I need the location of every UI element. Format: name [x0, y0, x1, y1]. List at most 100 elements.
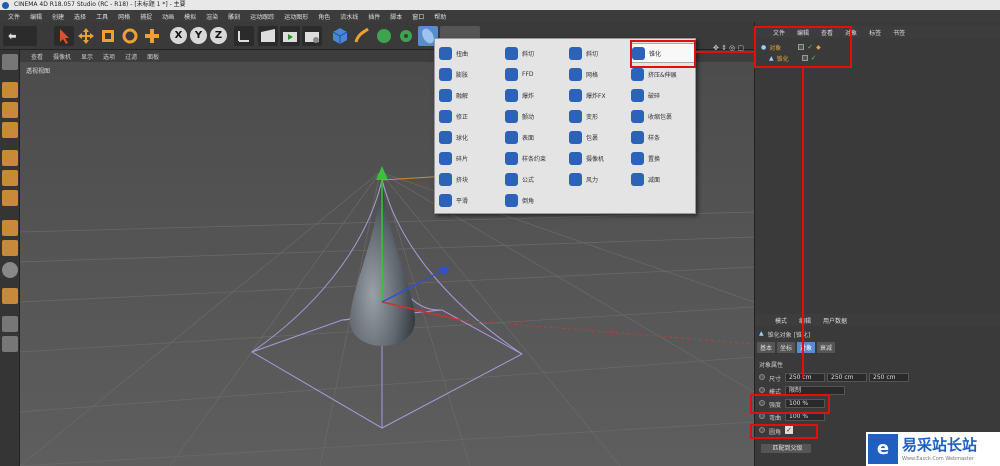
- viewport-menu-camera[interactable]: 摄像机: [48, 52, 76, 61]
- menu-sculpt[interactable]: 雕刻: [223, 12, 245, 21]
- om-menu-bookmarks[interactable]: 书签: [887, 28, 911, 37]
- size-anim-radio[interactable]: [759, 374, 765, 380]
- y-axis-toggle[interactable]: Y: [190, 27, 207, 44]
- viewport-menu-options[interactable]: 选项: [98, 52, 120, 61]
- menu-pipeline[interactable]: 流水线: [335, 12, 363, 21]
- select-arrow-icon[interactable]: [54, 26, 74, 46]
- viewport-menu-filter[interactable]: 过滤: [120, 52, 142, 61]
- size-x-field[interactable]: 250 cm: [785, 373, 825, 382]
- menu-window[interactable]: 窗口: [407, 12, 429, 21]
- deformer-item[interactable]: 融解: [439, 85, 503, 105]
- model-mode-icon[interactable]: [2, 82, 18, 98]
- menu-file[interactable]: 文件: [3, 12, 25, 21]
- deformer-item[interactable]: 变形: [569, 106, 633, 126]
- deformer-item[interactable]: 样条: [631, 127, 695, 147]
- tab-falloff[interactable]: 衰减: [817, 342, 836, 353]
- tab-object[interactable]: 对象: [797, 342, 816, 353]
- om-menu-tags[interactable]: 标签: [863, 28, 887, 37]
- menu-snap[interactable]: 捕捉: [135, 12, 157, 21]
- menu-plugins[interactable]: 插件: [363, 12, 385, 21]
- menu-motion-tracking[interactable]: 运动跟踪: [245, 12, 279, 21]
- undo-icon[interactable]: [3, 26, 37, 46]
- viewport-menu-view[interactable]: 查看: [26, 52, 48, 61]
- size-y-field[interactable]: 250 cm: [827, 373, 867, 382]
- points-mode-icon[interactable]: [2, 150, 18, 166]
- tweak-mode-icon[interactable]: [2, 240, 18, 256]
- deformer-item[interactable]: 表面: [505, 127, 569, 147]
- viewport-menu-display[interactable]: 显示: [76, 52, 98, 61]
- deformer-item[interactable]: 减面: [631, 169, 695, 189]
- menu-select[interactable]: 选择: [69, 12, 91, 21]
- magnet-icon[interactable]: [2, 288, 18, 304]
- menu-render[interactable]: 渲染: [201, 12, 223, 21]
- texture-mode-icon[interactable]: [2, 102, 18, 118]
- menu-animate[interactable]: 动画: [157, 12, 179, 21]
- workplane-grid-icon[interactable]: [2, 336, 18, 352]
- am-menu-edit[interactable]: 编辑: [793, 316, 817, 325]
- deformer-item[interactable]: 收缩包裹: [631, 106, 695, 126]
- render-view-icon[interactable]: [258, 26, 278, 46]
- fit-to-parent-button[interactable]: 匹配到父级: [761, 444, 811, 453]
- subdivision-surface-icon[interactable]: [374, 26, 394, 46]
- deformer-item[interactable]: 爆炸FX: [569, 85, 633, 105]
- lock-workplane-icon[interactable]: [2, 316, 18, 332]
- deformer-item[interactable]: 修正: [439, 106, 503, 126]
- rotate-icon[interactable]: [120, 26, 140, 46]
- x-axis-toggle[interactable]: X: [170, 27, 187, 44]
- cube-primitive-icon[interactable]: [330, 26, 350, 46]
- tab-coord[interactable]: 坐标: [777, 342, 796, 353]
- deformer-icon: [439, 109, 452, 123]
- menu-help[interactable]: 帮助: [429, 12, 451, 21]
- deformer-item[interactable]: 扭曲: [439, 43, 503, 63]
- deformer-item[interactable]: 置换: [631, 148, 695, 168]
- deformer-item[interactable]: 倒角: [505, 190, 569, 210]
- deformer-item[interactable]: FFD: [505, 64, 569, 84]
- deformer-item[interactable]: 平滑: [439, 190, 503, 210]
- deformer-item[interactable]: 挤块: [439, 169, 503, 189]
- menu-edit[interactable]: 编辑: [25, 12, 47, 21]
- deformer-icon: [505, 67, 518, 81]
- menu-script[interactable]: 脚本: [385, 12, 407, 21]
- coordinate-system-icon[interactable]: [234, 26, 254, 46]
- am-menu-userdata[interactable]: 用户数据: [817, 316, 853, 325]
- mode-anim-radio[interactable]: [759, 387, 765, 393]
- menu-tools[interactable]: 工具: [91, 12, 113, 21]
- deformer-item[interactable]: 斜切: [505, 43, 569, 63]
- menu-character[interactable]: 角色: [313, 12, 335, 21]
- deformer-item[interactable]: 膨胀: [439, 64, 503, 84]
- menu-mograph[interactable]: 运动图形: [279, 12, 313, 21]
- scale-icon[interactable]: [98, 26, 118, 46]
- deformer-item[interactable]: 破碎: [631, 85, 695, 105]
- pen-spline-icon[interactable]: [352, 26, 372, 46]
- move-icon[interactable]: [76, 26, 96, 46]
- make-editable-icon[interactable]: [2, 54, 18, 70]
- deformer-item[interactable]: 公式: [505, 169, 569, 189]
- snap-icon[interactable]: [2, 262, 18, 278]
- deformer-item[interactable]: 斜切: [569, 43, 633, 63]
- edges-mode-icon[interactable]: [2, 170, 18, 186]
- workplane-mode-icon[interactable]: [2, 122, 18, 138]
- deformer-item[interactable]: 网格: [569, 64, 633, 84]
- deformer-item[interactable]: 包裹: [569, 127, 633, 147]
- add-icon[interactable]: [142, 26, 162, 46]
- render-to-picture-viewer-icon[interactable]: [280, 26, 300, 46]
- render-settings-icon[interactable]: [302, 26, 322, 46]
- axis-mode-icon[interactable]: [2, 220, 18, 236]
- viewport-menu-panel[interactable]: 面板: [142, 52, 164, 61]
- menu-mesh[interactable]: 网格: [113, 12, 135, 21]
- size-z-field[interactable]: 250 cm: [869, 373, 909, 382]
- am-menu-mode[interactable]: 模式: [769, 316, 793, 325]
- menu-create[interactable]: 创建: [47, 12, 69, 21]
- deformer-item[interactable]: 碎片: [439, 148, 503, 168]
- deformer-item[interactable]: 风力: [569, 169, 633, 189]
- polygons-mode-icon[interactable]: [2, 190, 18, 206]
- deformer-item[interactable]: 摄像机: [569, 148, 633, 168]
- z-axis-toggle[interactable]: Z: [210, 27, 227, 44]
- array-generator-icon[interactable]: [396, 26, 416, 46]
- deformer-item[interactable]: 爆炸: [505, 85, 569, 105]
- tab-basic[interactable]: 基本: [757, 342, 776, 353]
- deformer-item[interactable]: 颤动: [505, 106, 569, 126]
- menu-simulate[interactable]: 模拟: [179, 12, 201, 21]
- deformer-item[interactable]: 样条约束: [505, 148, 569, 168]
- deformer-item[interactable]: 球化: [439, 127, 503, 147]
